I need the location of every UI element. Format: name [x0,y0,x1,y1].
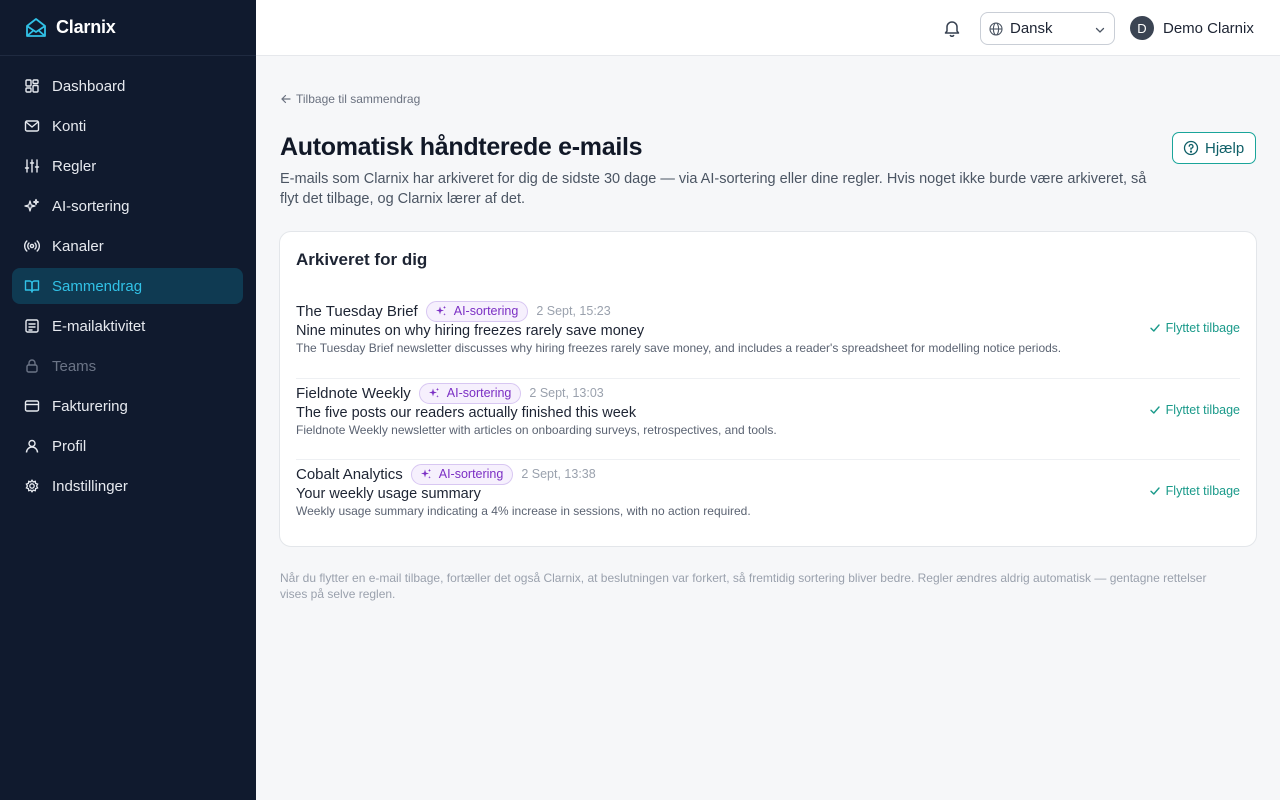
envelope-logo-icon [24,16,48,40]
sidebar-item-label: Dashboard [52,77,126,95]
email-sender: Cobalt Analytics [296,465,403,483]
sparkles-icon [435,305,447,317]
footnote: Når du flytter en e-mail tilbage, fortæl… [280,571,1207,601]
moved-back-label: Flyttet tilbage [1165,484,1240,498]
sidebar-item-label: Indstillinger [52,477,128,495]
sidebar-item-label: Teams [52,357,97,375]
list-item[interactable]: The Tuesday Brief AI-sortering 2 Sept, 1… [296,297,1240,378]
check-icon [1149,322,1161,334]
list-item[interactable]: Fieldnote Weekly AI-sortering 2 Sept, 13… [296,378,1240,459]
gear-icon [24,478,40,494]
radio-icon [24,238,40,254]
email-timestamp: 2 Sept, 15:23 [536,304,611,318]
brand[interactable]: Clarnix [0,0,256,56]
sliders-icon [24,158,40,174]
sidebar-item-label: Kanaler [52,237,104,255]
sidebar-item-label: Profil [52,437,87,455]
sidebar-item-label: E-mailaktivitet [52,317,146,335]
user-icon [24,438,40,454]
page-title: Automatisk håndterede e-mails [280,133,643,161]
sidebar-item-label: Fakturering [52,397,128,415]
user-menu[interactable]: D Demo Clarnix [1130,16,1254,40]
credit-card-icon [24,398,40,414]
badge-label: AI-sortering [446,386,512,400]
sidebar-item-sammendrag[interactable]: Sammendrag [12,268,243,304]
sidebar-item-konti[interactable]: Konti [12,108,243,144]
help-button-label: Hjælp [1205,139,1245,157]
sidebar-item-ai-sortering[interactable]: AI-sortering [12,188,243,224]
email-sender: Fieldnote Weekly [296,384,411,402]
email-timestamp: 2 Sept, 13:38 [521,467,596,481]
check-icon [1149,485,1161,497]
language-value: Dansk [1010,20,1053,37]
sidebar-item-teams: Teams [12,348,243,384]
help-circle-icon [1183,140,1199,156]
sidebar-item-e-mailaktivitet[interactable]: E-mailaktivitet [12,308,243,344]
sparkles-icon [428,387,440,399]
sidebar-item-regler[interactable]: Regler [12,148,243,184]
sidebar-item-dashboard[interactable]: Dashboard [12,68,243,104]
grid-icon [24,78,40,94]
back-link[interactable]: Tilbage til sammendrag [280,92,420,106]
email-preview: Weekly usage summary indicating a 4% inc… [296,504,751,518]
moved-back-label: Flyttet tilbage [1165,403,1240,417]
sidebar-item-label: Sammendrag [52,277,143,295]
sidebar-item-kanaler[interactable]: Kanaler [12,228,243,264]
archived-card: Arkiveret for dig The Tuesday Brief AI-s… [279,231,1257,547]
sidebar-item-label: Konti [52,117,87,135]
sidebar-item-label: AI-sortering [52,197,130,215]
check-icon [1149,404,1161,416]
topbar: Dansk D Demo Clarnix [256,0,1280,56]
sidebar-item-indstillinger[interactable]: Indstillinger [12,468,243,504]
help-button[interactable]: Hjælp [1172,132,1256,164]
user-name: Demo Clarnix [1163,19,1254,37]
sidebar: Clarnix Dashboard Konti Regler AI-sorter… [0,0,256,800]
page-description: E-mails som Clarnix har arkiveret for di… [280,171,1147,207]
list-item[interactable]: Cobalt Analytics AI-sortering 2 Sept, 13… [296,459,1240,540]
moved-back-status: Flyttet tilbage [1149,403,1240,417]
card-title: Arkiveret for dig [296,250,428,269]
badge-label: AI-sortering [453,304,519,318]
moved-back-status: Flyttet tilbage [1149,484,1240,498]
email-subject: The five posts our readers actually fini… [296,405,637,421]
bell-icon[interactable] [942,18,962,38]
email-timestamp: 2 Sept, 13:03 [529,386,604,400]
language-select[interactable]: Dansk [980,12,1115,45]
email-preview: The Tuesday Brief newsletter discusses w… [296,341,1062,355]
activity-list-icon [24,318,40,334]
lock-icon [24,358,40,374]
ai-sortering-badge: AI-sortering [418,382,522,404]
book-open-icon [24,278,40,294]
sidebar-item-label: Regler [52,157,97,175]
brand-name: Clarnix [56,17,116,37]
moved-back-label: Flyttet tilbage [1165,321,1240,335]
sidebar-item-profil[interactable]: Profil [12,428,243,464]
badge-label: AI-sortering [438,467,504,481]
sparkles-icon [24,198,40,214]
email-preview: Fieldnote Weekly newsletter with article… [296,423,777,437]
moved-back-status: Flyttet tilbage [1149,321,1240,335]
email-sender: The Tuesday Brief [296,302,418,320]
ai-sortering-badge: AI-sortering [410,463,514,485]
sidebar-item-fakturering[interactable]: Fakturering [12,388,243,424]
back-link-label: Tilbage til sammendrag [296,92,421,106]
ai-sortering-badge: AI-sortering [425,300,529,322]
globe-icon [989,21,1003,36]
email-subject: Nine minutes on why hiring freezes rarel… [296,323,645,339]
sidebar-nav: Dashboard Konti Regler AI-sortering Kana… [0,56,256,504]
avatar: D [1130,16,1154,40]
email-subject: Your weekly usage summary [296,486,481,502]
arrow-left-icon [280,93,292,105]
sparkles-icon [420,468,432,480]
mail-icon [24,118,40,134]
chevron-down-icon [1094,24,1106,36]
